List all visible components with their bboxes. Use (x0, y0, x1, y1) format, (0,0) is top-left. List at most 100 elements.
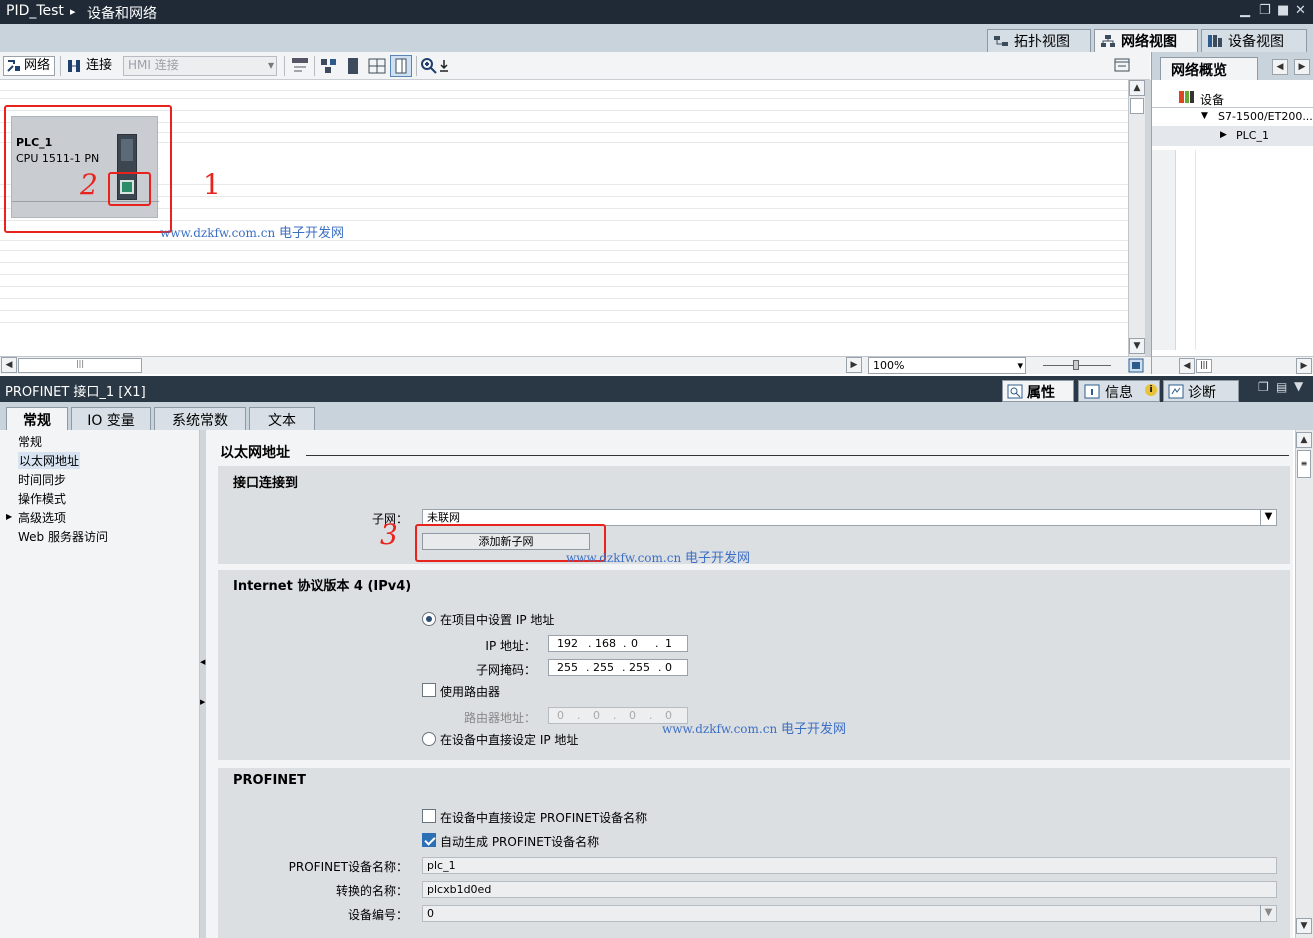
tab-topology-view[interactable]: 拓扑视图 (987, 29, 1091, 52)
nav-item-general[interactable]: 常规 (18, 433, 42, 450)
section-heading: 以太网地址 (220, 445, 290, 461)
tab-network-label: 网络视图 (1121, 34, 1177, 50)
info-icon: i (1145, 384, 1157, 396)
hmi-connection-select[interactable]: HMI 连接 ▾ (123, 56, 277, 76)
ip-address-field[interactable]: 192. 168. 0. 1 (548, 635, 688, 652)
expand-icon[interactable]: ▶ (6, 512, 12, 521)
canvas-vertical-scrollbar[interactable]: ▲ ▼ (1128, 80, 1145, 356)
scroll-thumb[interactable]: ||| (1196, 359, 1212, 373)
network-button[interactable]: 网络 (3, 56, 55, 76)
profinet-section-title: PROFINET (233, 773, 306, 788)
scroll-left-icon[interactable]: ◀ (1179, 358, 1195, 374)
device-number-label: 设备编号： (347, 908, 408, 922)
nav-item-operating-mode[interactable]: 操作模式 (18, 490, 66, 507)
zoom-in-icon[interactable] (420, 57, 438, 75)
auto-generate-name-checkbox[interactable] (422, 833, 436, 847)
scroll-right-icon[interactable]: ▶ (1296, 358, 1312, 374)
restore-icon[interactable]: ❐ (1259, 3, 1271, 18)
tab-network-view[interactable]: 网络视图 (1094, 29, 1198, 52)
subnet-mask-field[interactable]: 255. 255. 255. 0 (548, 659, 688, 676)
panel-float-icon[interactable]: ▤ (1276, 380, 1287, 394)
panel-restore-icon[interactable]: ❐ (1258, 380, 1269, 394)
zoom-slider-handle[interactable] (1073, 360, 1079, 370)
network-overview-panel: 网络概览 ◀ ▶ 设备 ▼ S7-1500/ET200... ▶ PLC_1 ◀… (1151, 52, 1313, 374)
collapse-left-icon[interactable]: ◀ (200, 658, 205, 666)
minimize-icon[interactable]: ▁ (1240, 3, 1250, 18)
scroll-right-icon[interactable]: ▶ (846, 357, 862, 373)
tab-scroll-right-icon[interactable]: ▶ (1294, 59, 1310, 75)
tab-texts[interactable]: 文本 (249, 407, 315, 430)
network-canvas[interactable]: PLC_1 CPU 1511-1 PN 2 1 www.dzkfw.com.cn… (0, 80, 1128, 356)
converted-name-field[interactable]: plcxb1d0ed (422, 881, 1277, 898)
device-icon (1208, 35, 1222, 47)
nav-item-advanced-options[interactable]: 高级选项 (18, 509, 66, 526)
scroll-up-icon[interactable]: ▲ (1296, 432, 1312, 448)
scroll-left-icon[interactable]: ◀ (1, 357, 17, 373)
overview-table: 设备 ▼ S7-1500/ET200... ▶ PLC_1 (1152, 80, 1313, 356)
converted-name-label: 转换的名称： (335, 884, 408, 898)
nav-item-ethernet-address[interactable]: 以太网地址 (18, 452, 81, 469)
auto-generate-name-label: 自动生成 PROFINET设备名称 (440, 835, 600, 849)
properties-header: PROFINET 接口_1 [X1] 属性 信息 i 诊断 ❐ ▤ ▼ (0, 376, 1313, 402)
horizontal-scroll-thumb[interactable]: ||| (18, 358, 142, 373)
set-ip-on-device-radio[interactable] (422, 732, 436, 746)
tab-device-view[interactable]: 设备视图 (1201, 29, 1307, 52)
diagnostics-icon (1168, 384, 1184, 399)
nav-item-web-server-access[interactable]: Web 服务器访问 (18, 528, 108, 545)
tab-general[interactable]: 常规 (6, 407, 68, 430)
topology-icon (994, 36, 1008, 46)
expand-right-icon[interactable]: ▶ (200, 698, 205, 706)
profinet-device-name-label: PROFINET设备名称： (288, 860, 408, 874)
scroll-thumb[interactable]: ≡ (1297, 450, 1311, 478)
tab-system-constants[interactable]: 系统常数 (154, 407, 246, 430)
scroll-down-icon[interactable]: ▼ (1296, 918, 1312, 934)
tab-diagnostics[interactable]: 诊断 (1163, 380, 1239, 402)
expand-icon[interactable]: ▼ (1201, 111, 1208, 121)
panel-collapse-icon[interactable]: ▼ (1294, 379, 1303, 393)
maximize-icon[interactable]: ■ (1277, 3, 1289, 18)
nav-item-time-sync[interactable]: 时间同步 (18, 471, 66, 488)
content-vertical-scrollbar[interactable]: ▲ ≡ ▼ (1295, 430, 1313, 938)
module-icon[interactable] (344, 57, 362, 75)
watermark-2: www.dzkfw.com.cn 电子开发网 (566, 551, 751, 566)
overview-row[interactable]: ▼ S7-1500/ET200... (1152, 108, 1313, 127)
scroll-up-icon[interactable]: ▲ (1129, 80, 1145, 96)
overview-row-label: PLC_1 (1236, 129, 1269, 142)
device-number-select[interactable]: 0 ▼ (422, 905, 1277, 922)
overview-navigation-icon[interactable] (1128, 358, 1144, 373)
network-icon (1101, 35, 1115, 47)
network-toolbar: 网络 连接 HMI 连接 ▾ (0, 52, 1150, 80)
set-ip-on-device-label: 在设备中直接设定 IP 地址 (440, 733, 579, 747)
connect-button[interactable]: 连接 (64, 56, 116, 76)
zoom-value: 100% (873, 359, 905, 372)
grid-icon[interactable] (368, 57, 386, 75)
tab-io-tags[interactable]: IO 变量 (71, 407, 151, 430)
set-name-on-device-checkbox[interactable] (422, 809, 436, 823)
profinet-device-name-field[interactable]: plc_1 (422, 857, 1277, 874)
scroll-thumb[interactable] (1130, 98, 1144, 114)
set-ip-in-project-radio[interactable] (422, 612, 436, 626)
name-tag-icon[interactable] (291, 57, 309, 75)
table-view-icon[interactable] (390, 55, 412, 77)
page-title: 设备和网络 (87, 6, 157, 22)
router-address-label: 路由器地址： (463, 711, 536, 725)
property-content: 以太网地址 接口连接到 子网： 未联网 ▼ 添加新子网 3 www.dzkfw.… (206, 430, 1293, 938)
tab-network-overview[interactable]: 网络概览 (1160, 57, 1258, 80)
overview-toggle-icon[interactable] (1114, 57, 1130, 73)
overview-row[interactable]: ▶ PLC_1 (1152, 127, 1313, 146)
chevron-down-icon: ▾ (1017, 359, 1023, 372)
tab-scroll-left-icon[interactable]: ◀ (1272, 59, 1288, 75)
close-icon[interactable]: ✕ (1295, 3, 1306, 18)
chevron-down-icon: ▼ (1260, 905, 1276, 922)
connection-overview-icon[interactable] (320, 57, 338, 75)
use-router-checkbox[interactable] (422, 683, 436, 697)
overview-scrollbar[interactable]: ◀ ||| ▶ (1152, 356, 1313, 374)
connect-icon (68, 60, 80, 72)
tab-info[interactable]: 信息 i (1078, 380, 1160, 402)
scroll-down-icon[interactable]: ▼ (1129, 338, 1145, 354)
canvas-bottom-bar: ◀ ||| ▶ 100% ▾ (0, 356, 1151, 374)
zoom-select[interactable]: 100% ▾ (868, 357, 1026, 374)
download-arrow-icon[interactable] (439, 59, 449, 73)
collapse-icon[interactable]: ▶ (1220, 130, 1227, 140)
tab-properties[interactable]: 属性 (1002, 380, 1074, 402)
